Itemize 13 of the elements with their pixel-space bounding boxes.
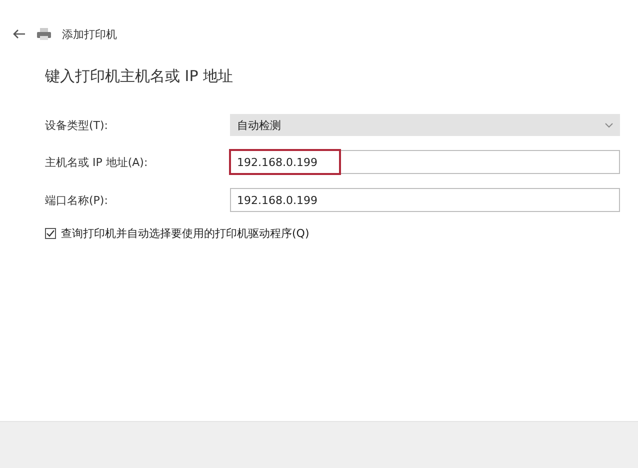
checkbox-label: 查询打印机并自动选择要使用的打印机驱动程序(Q) xyxy=(61,226,310,241)
field-label: 设备类型(T): xyxy=(45,118,110,132)
input-field[interactable]: 192.168.0.199 xyxy=(230,188,620,212)
field-label: 端口名称(P): xyxy=(45,192,109,208)
printer-icon xyxy=(36,27,52,41)
chevron-down-icon xyxy=(605,122,613,128)
field-label: 主机名或 IP 地址(A): xyxy=(45,154,149,170)
checkbox[interactable] xyxy=(45,228,56,239)
input-field[interactable]: 192.168.0.199 xyxy=(230,150,620,174)
page-heading: 键入打印机主机名或 IP 地址 xyxy=(45,67,234,86)
device-type-dropdown[interactable]: 自动检测 xyxy=(230,114,620,136)
window-title: 添加打印机 xyxy=(62,26,117,42)
back-arrow-icon[interactable] xyxy=(12,29,26,39)
